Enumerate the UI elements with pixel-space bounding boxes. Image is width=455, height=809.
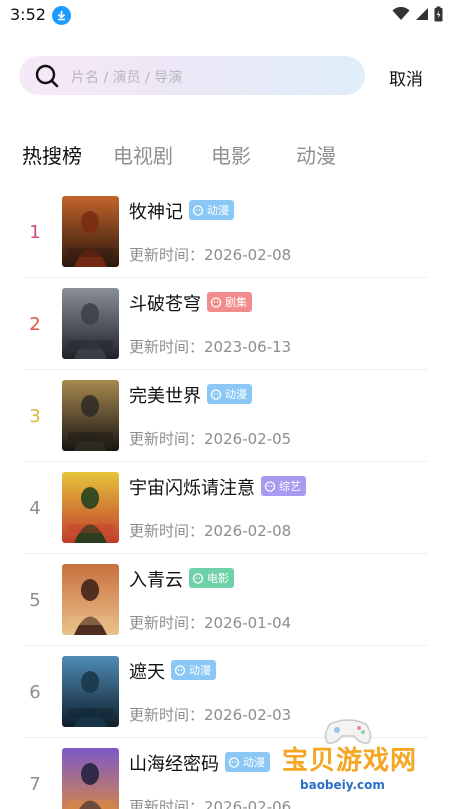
category-icon (174, 665, 186, 676)
rank-number: 6 (29, 682, 41, 703)
battery-icon (434, 6, 443, 22)
update-prefix: 更新时间： (129, 430, 205, 448)
item-title: 宇宙闪烁请注意 (129, 478, 255, 499)
update-prefix: 更新时间： (129, 706, 205, 724)
rank-number: 5 (29, 590, 41, 611)
category-tabs: 热搜榜 电视剧 电影 动漫 (0, 140, 455, 174)
watermark-logo: 宝贝游戏网 baobeiy.com (278, 716, 428, 796)
update-time: 更新时间：2023-06-13 (129, 336, 291, 357)
category-label: 动漫 (225, 388, 247, 401)
poster-image[interactable] (62, 748, 119, 809)
poster-image[interactable] (62, 196, 119, 267)
category-badge: 电影 (189, 568, 234, 588)
item-title: 山海经密码 (129, 754, 219, 775)
watermark-title: 宝贝游戏网 (282, 746, 418, 776)
category-badge: 剧集 (207, 292, 252, 312)
list-item[interactable]: 1 牧神记 动漫更新时间：2026-02-08 (0, 186, 455, 278)
rank-number: 4 (29, 498, 41, 519)
update-time: 更新时间：2026-02-03 (129, 704, 291, 725)
category-badge: 动漫 (171, 660, 216, 680)
list-item[interactable]: 2 斗破苍穹 剧集更新时间：2023-06-13 (0, 278, 455, 370)
cancel-button[interactable]: 取消 (389, 65, 423, 90)
update-prefix: 更新时间： (129, 614, 205, 632)
update-date: 2026-02-08 (204, 522, 292, 540)
poster-image[interactable] (62, 380, 119, 451)
update-prefix: 更新时间： (129, 522, 205, 540)
item-title: 完美世界 (129, 386, 201, 407)
poster-image[interactable] (62, 288, 119, 359)
tab-movies[interactable]: 电影 (211, 140, 251, 169)
list-item[interactable]: 3 完美世界 动漫更新时间：2026-02-05 (0, 370, 455, 462)
item-title: 入青云 (129, 570, 183, 591)
category-icon (192, 573, 204, 584)
signal-icon (416, 8, 428, 20)
item-title: 牧神记 (129, 202, 183, 223)
category-badge: 动漫 (189, 200, 234, 220)
category-label: 动漫 (207, 204, 229, 217)
category-icon (210, 297, 222, 308)
tab-hot-search[interactable]: 热搜榜 (22, 140, 82, 169)
status-bar: 3:52 (0, 0, 455, 32)
status-time: 3:52 (10, 5, 46, 24)
search-icon (35, 64, 59, 88)
list-item[interactable]: 4 宇宙闪烁请注意 综艺更新时间：2026-02-08 (0, 462, 455, 554)
category-badge: 动漫 (225, 752, 270, 772)
update-date: 2023-06-13 (204, 338, 292, 356)
update-date: 2026-01-04 (204, 614, 292, 632)
wifi-icon (392, 7, 410, 20)
category-badge: 动漫 (207, 384, 252, 404)
update-prefix: 更新时间： (129, 246, 205, 264)
update-time: 更新时间：2026-02-08 (129, 244, 291, 265)
update-time: 更新时间：2026-02-06 (129, 796, 291, 809)
update-prefix: 更新时间： (129, 798, 205, 809)
rank-number: 7 (29, 774, 41, 795)
category-label: 动漫 (243, 756, 265, 769)
watermark-site: baobeiy.com (300, 778, 385, 792)
update-time: 更新时间：2026-01-04 (129, 612, 291, 633)
search-placeholder: 片名 / 演员 / 导演 (71, 70, 183, 86)
rank-number: 2 (29, 314, 41, 335)
category-icon (192, 205, 204, 216)
update-time: 更新时间：2026-02-05 (129, 428, 291, 449)
item-title: 遮天 (129, 662, 165, 683)
category-label: 综艺 (279, 480, 301, 493)
tab-anime[interactable]: 动漫 (296, 140, 336, 169)
update-date: 2026-02-05 (204, 430, 292, 448)
category-icon (264, 481, 276, 492)
update-time: 更新时间：2026-02-08 (129, 520, 291, 541)
rank-number: 3 (29, 406, 41, 427)
category-badge: 综艺 (261, 476, 306, 496)
tab-tv-series[interactable]: 电视剧 (113, 140, 173, 169)
poster-image[interactable] (62, 472, 119, 543)
poster-image[interactable] (62, 564, 119, 635)
update-prefix: 更新时间： (129, 338, 205, 356)
category-label: 电影 (207, 572, 229, 585)
search-input[interactable]: 片名 / 演员 / 导演 (19, 56, 365, 95)
poster-image[interactable] (62, 656, 119, 727)
rank-number: 1 (29, 222, 41, 243)
category-icon (210, 389, 222, 400)
download-icon (52, 6, 71, 25)
list-item[interactable]: 5 入青云 电影更新时间：2026-01-04 (0, 554, 455, 646)
category-label: 动漫 (189, 664, 211, 677)
update-date: 2026-02-06 (204, 798, 292, 809)
item-title: 斗破苍穹 (129, 294, 201, 315)
category-label: 剧集 (225, 296, 247, 309)
update-date: 2026-02-08 (204, 246, 292, 264)
category-icon (228, 757, 240, 768)
